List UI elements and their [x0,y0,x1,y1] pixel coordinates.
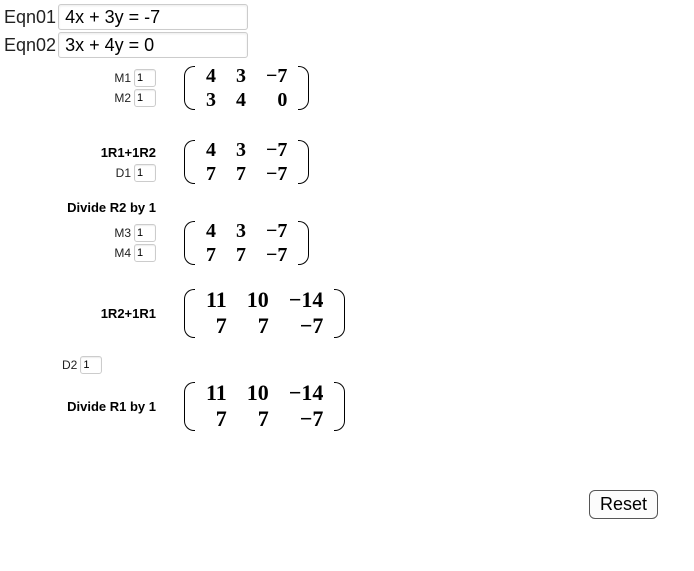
m5-r1c2: 10 [237,380,279,406]
op-divide-r1: Divide R1 by 1 [4,399,156,414]
m1-input[interactable] [134,69,156,87]
m5-r1c1: 11 [196,380,237,406]
op-divide-r2: Divide R2 by 1 [4,200,164,215]
eqn01-input[interactable] [58,4,248,30]
m2-r2c3: −7 [256,162,297,186]
m1-r2c1: 3 [196,88,226,112]
m3-r2c1: 7 [196,243,226,267]
m2-r2c2: 7 [226,162,256,186]
m1-r2c3: 0 [256,88,297,112]
m2-r2c1: 7 [196,162,226,186]
matrix-5: 1110−14 77−7 [182,380,347,433]
m3-r2c2: 7 [226,243,256,267]
matrix-2: 43−7 77−7 [182,138,311,186]
m4-r2c2: 7 [237,313,279,339]
m3-r1c3: −7 [256,219,297,243]
m2-r1c2: 3 [226,138,256,162]
eqn02-input[interactable] [58,32,248,58]
reset-button[interactable]: Reset [589,490,658,519]
m1-r2c2: 4 [226,88,256,112]
matrix-1: 43−7 340 [182,64,311,112]
m4-r2c3: −7 [279,313,334,339]
m3-input[interactable] [134,224,156,242]
m4-r2c1: 7 [196,313,237,339]
m4-input[interactable] [134,244,156,262]
m1-r1c2: 3 [226,64,256,88]
op-1r2-1r1: 1R2+1R1 [4,306,156,321]
m5-r2c1: 7 [196,406,237,432]
m2-r1c3: −7 [256,138,297,162]
m1-r1c3: −7 [256,64,297,88]
m5-r1c3: −14 [279,380,334,406]
eqn01-label: Eqn01 [4,7,56,28]
m1-label: M1 [114,71,131,85]
d1-label: D1 [116,166,131,180]
m3-r2c3: −7 [256,243,297,267]
m1-r1c1: 4 [196,64,226,88]
d2-input[interactable] [80,356,102,374]
m5-r2c2: 7 [237,406,279,432]
d2-label: D2 [62,358,77,372]
m4-label: M4 [114,246,131,260]
m3-r1c2: 3 [226,219,256,243]
m3-r1c1: 4 [196,219,226,243]
op-1r1-1r2: 1R1+1R2 [4,145,156,160]
matrix-4: 1110−14 77−7 [182,287,347,340]
m4-r1c1: 11 [196,287,237,313]
m5-r2c3: −7 [279,406,334,432]
m2-r1c1: 4 [196,138,226,162]
eqn02-label: Eqn02 [4,35,56,56]
d1-input[interactable] [134,164,156,182]
m4-r1c3: −14 [279,287,334,313]
m2-input[interactable] [134,89,156,107]
m3-label: M3 [114,226,131,240]
m2-label: M2 [114,91,131,105]
m4-r1c2: 10 [237,287,279,313]
matrix-3: 43−7 77−7 [182,219,311,267]
